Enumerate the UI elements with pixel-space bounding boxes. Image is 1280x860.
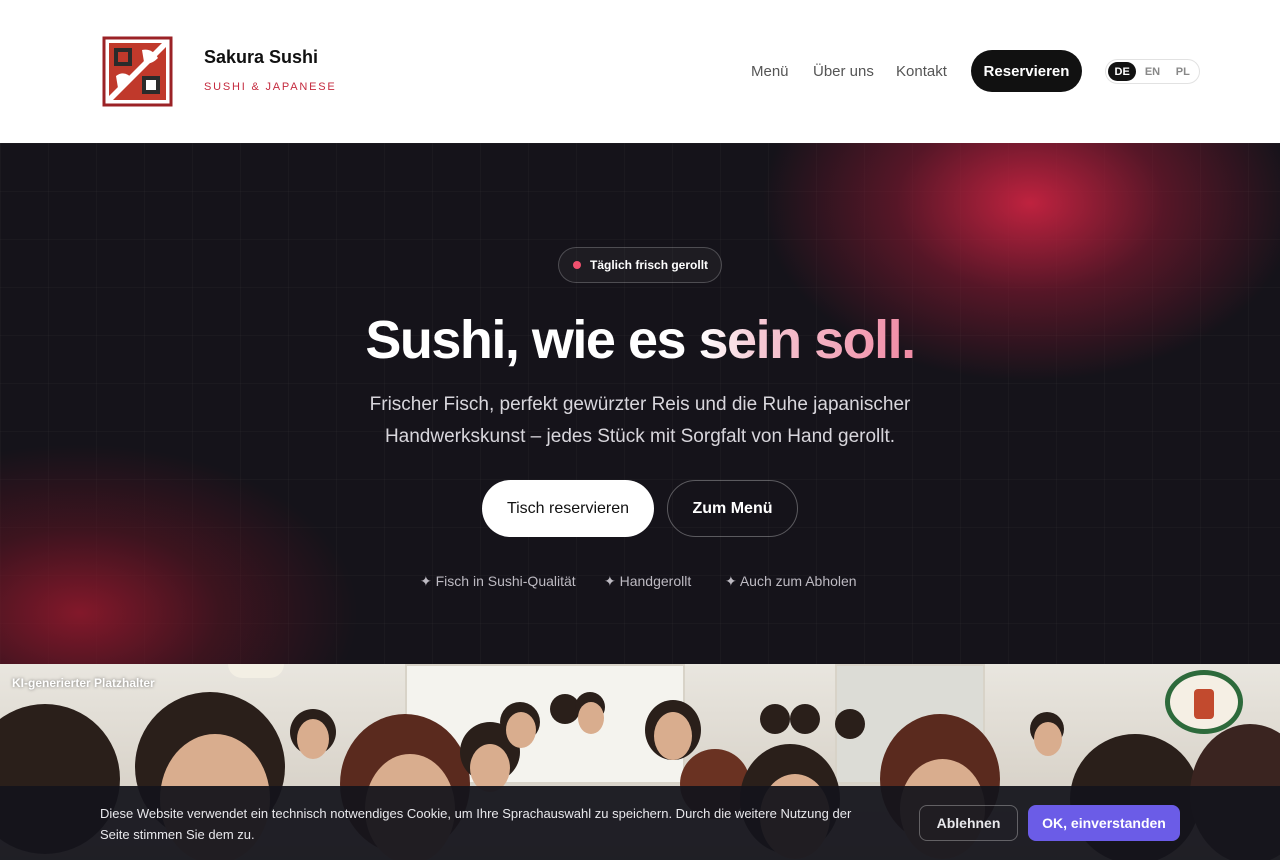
hero-section: Täglich frisch gerollt Sushi, wie es sei… xyxy=(0,143,1280,664)
brand-name[interactable]: Sakura Sushi xyxy=(204,47,318,68)
view-menu-button[interactable]: Zum Menü xyxy=(667,480,798,537)
photo-wall-plate xyxy=(1165,670,1243,734)
hero-badge: Täglich frisch gerollt xyxy=(558,247,722,283)
photo-label: KI-generierter Platzhalter xyxy=(12,676,155,690)
cookie-text-line-2: Seite stimmen Sie dem zu. xyxy=(100,827,255,842)
nav-link-contact[interactable]: Kontakt xyxy=(896,63,947,80)
lang-pl[interactable]: PL xyxy=(1169,62,1197,81)
reserve-table-button[interactable]: Tisch reservieren xyxy=(482,480,654,537)
feature-takeaway: ✦ Auch zum Abholen xyxy=(725,573,857,589)
hero-headline-plain: Sushi, wie es xyxy=(365,310,699,370)
nav-link-about[interactable]: Über uns xyxy=(813,63,874,80)
cookie-banner: Diese Website verwendet ein technisch no… xyxy=(0,786,1280,860)
hero-headline: Sushi, wie es sein soll. xyxy=(0,309,1280,371)
lang-en[interactable]: EN xyxy=(1138,62,1166,81)
hero-subtitle: Frischer Fisch, perfekt gewürzter Reis u… xyxy=(340,389,940,453)
hero-subtitle-line-1: Frischer Fisch, perfekt gewürzter Reis u… xyxy=(369,394,911,415)
nav-link-menu[interactable]: Menü xyxy=(751,63,789,80)
cookie-text-line-1: Diese Website verwendet ein technisch no… xyxy=(100,806,852,821)
sakura-logo-icon[interactable] xyxy=(102,36,173,107)
hero-badge-text: Täglich frisch gerollt xyxy=(590,258,709,272)
cookie-text: Diese Website verwendet ein technisch no… xyxy=(100,803,900,845)
hero-subtitle-line-2: Handwerkskunst – jedes Stück mit Sorgfal… xyxy=(384,426,896,447)
reserve-button[interactable]: Reservieren xyxy=(971,50,1082,92)
language-switcher: DE EN PL xyxy=(1105,59,1200,84)
cookie-accept-button[interactable]: OK, einverstanden xyxy=(1028,805,1180,841)
brand-tagline: SUSHI & JAPANESE xyxy=(204,81,337,93)
feature-sushi-quality: ✦ Fisch in Sushi-Qualität xyxy=(420,573,576,589)
hero-headline-highlight: sein soll. xyxy=(698,310,917,370)
hero-glow-bottom-left xyxy=(0,443,360,664)
status-dot-icon xyxy=(573,261,581,269)
cookie-decline-button[interactable]: Ablehnen xyxy=(919,805,1018,841)
lang-de[interactable]: DE xyxy=(1108,62,1137,81)
feature-handrolled: ✦ Handgerollt xyxy=(604,573,692,589)
photo-lamp xyxy=(228,664,284,678)
site-header: Sakura Sushi SUSHI & JAPANESE Menü Über … xyxy=(0,0,1280,143)
